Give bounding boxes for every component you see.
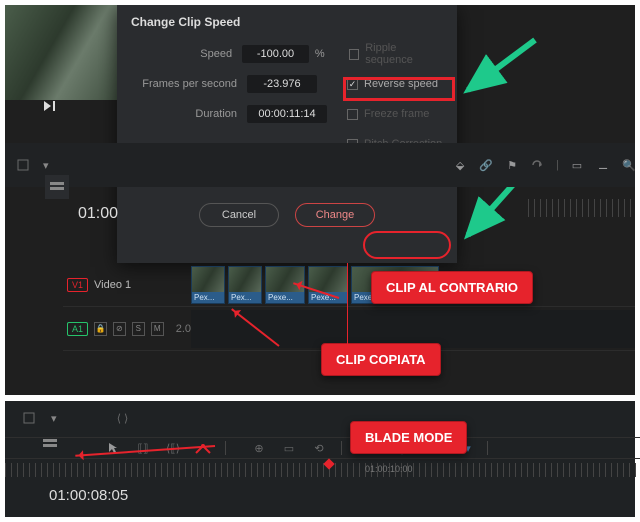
dropdown-caret-icon[interactable]: ▾	[51, 412, 57, 425]
checkbox-icon	[347, 109, 358, 120]
timecode-upper: 01:00	[78, 205, 118, 223]
insert-icon[interactable]: ⊕	[251, 441, 267, 455]
audio-channels: 2.0	[176, 323, 191, 335]
playhead[interactable]	[347, 263, 348, 351]
lock-icon[interactable]: 🔒	[94, 322, 107, 336]
duration-input[interactable]: 00:00:11:14	[247, 105, 327, 123]
audio-track-tag[interactable]: A1	[67, 322, 88, 336]
annotation-clip-contrario: CLIP AL CONTRARIO	[371, 271, 533, 304]
replace-icon[interactable]: ⟲	[311, 441, 327, 455]
expand-icon[interactable]: ⟨ ⟩	[115, 411, 131, 425]
trim-tool-icon[interactable]: ⟦⟧	[135, 441, 151, 455]
magnet-icon[interactable]: ⬙	[452, 158, 468, 172]
zoom-out-icon[interactable]: ⚊	[595, 158, 611, 172]
cancel-button[interactable]: Cancel	[199, 203, 279, 227]
timeline-view-icon[interactable]: ▭	[569, 158, 585, 172]
ruler-time-mark: 01:00:10:00	[365, 464, 413, 474]
annotation-blade-mode: BLADE MODE	[350, 421, 467, 454]
ripple-label: Ripple sequence	[365, 42, 443, 66]
timecode-lower: 01:00:08:05	[49, 487, 128, 504]
freeze-label: Freeze frame	[364, 108, 429, 120]
timeline-ruler-upper[interactable]	[528, 199, 635, 217]
fps-label: Frames per second	[131, 78, 247, 90]
ripple-sequence-checkbox[interactable]: Ripple sequence	[349, 42, 443, 66]
loop-icon[interactable]	[530, 158, 546, 172]
stacked-view-icon[interactable]	[45, 175, 69, 199]
search-icon[interactable]: 🔍	[621, 158, 635, 172]
dialog-title: Change Clip Speed	[131, 15, 443, 29]
disable-icon[interactable]: ⊘	[113, 322, 126, 336]
clip[interactable]: Pex...	[191, 266, 225, 304]
clip[interactable]: Pex...	[228, 266, 262, 304]
timeline-ruler-lower[interactable]: 01:00:10:00	[5, 463, 640, 477]
link-icon[interactable]: 🔗	[478, 158, 494, 172]
dropdown-caret-icon[interactable]: ▾	[43, 159, 49, 172]
flag-icon[interactable]: ⚑	[504, 158, 520, 172]
overwrite-icon[interactable]: ▭	[281, 441, 297, 455]
annotation-arrow-green-1	[460, 35, 540, 105]
playhead-marker[interactable]	[323, 458, 334, 469]
crop-icon[interactable]	[21, 411, 37, 425]
clip[interactable]: Pexe...	[308, 266, 348, 304]
stacked-view-icon[interactable]	[43, 439, 57, 449]
crop-icon[interactable]	[15, 158, 31, 172]
step-end-icon[interactable]	[43, 100, 57, 112]
video-track-name: Video 1	[94, 279, 131, 291]
timeline-toolbar: ▾ ⬙ 🔗 ⚑ | ▭ ⚊ 🔍	[5, 143, 635, 187]
freeze-frame-checkbox[interactable]: Freeze frame	[347, 108, 429, 120]
speed-unit: %	[315, 48, 325, 60]
annotation-clip-copiata: CLIP COPIATA	[321, 343, 441, 376]
duration-label: Duration	[131, 108, 247, 120]
annotation-highlight-reverse	[343, 77, 455, 101]
speed-label: Speed	[131, 48, 242, 60]
change-button[interactable]: Change	[295, 203, 375, 227]
annotation-highlight-change	[363, 231, 451, 259]
mute-button[interactable]: M	[151, 322, 164, 336]
video-track-tag[interactable]: V1	[67, 278, 88, 292]
video-track: V1 Video 1 Pex... Pex... Pexe... Pexe...…	[63, 263, 635, 307]
change-clip-speed-dialog: Change Clip Speed Speed -100.00 % Ripple…	[117, 5, 457, 263]
preview-thumbnail	[5, 5, 125, 100]
speed-input[interactable]: -100.00	[242, 45, 309, 63]
fps-input[interactable]: -23.976	[247, 75, 317, 93]
lower-toolbar-2: ⟦⟧ ⟨⟦⟩ ⊕ ▭ ⟲ ⬙ 🔗 ⚑ ▮▾	[5, 437, 640, 459]
checkbox-icon	[349, 49, 360, 60]
lower-toolbar-1: ▾ ⟨ ⟩	[5, 407, 640, 429]
solo-button[interactable]: S	[132, 322, 145, 336]
